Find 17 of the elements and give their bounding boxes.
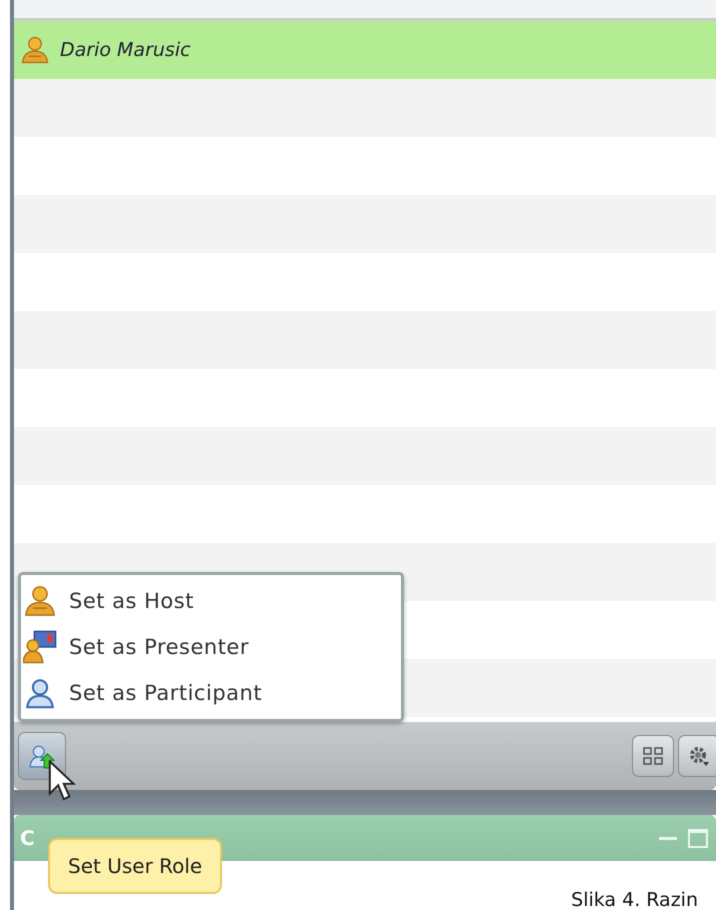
presenter-icon xyxy=(23,630,57,664)
menu-item[interactable]: Set as Host xyxy=(21,578,401,624)
layout-button[interactable] xyxy=(632,735,674,777)
menu-item[interactable]: Set as Presenter xyxy=(21,624,401,670)
figure-caption: Slika 4. Razin xyxy=(571,890,698,910)
menu-item[interactable]: Set as Participant xyxy=(21,670,401,716)
participant-row[interactable]: Dario Marusic xyxy=(14,21,716,79)
host-icon xyxy=(20,35,50,65)
user-icon xyxy=(23,676,57,710)
settings-icon xyxy=(687,744,711,768)
settings-button[interactable] xyxy=(678,735,716,777)
mouse-cursor-icon xyxy=(46,760,76,802)
grid-icon xyxy=(641,744,665,768)
host-icon xyxy=(23,584,57,618)
tooltip: Set User Role xyxy=(48,838,222,894)
panel-title: C xyxy=(20,826,35,850)
participant-name: Dario Marusic xyxy=(60,39,191,61)
